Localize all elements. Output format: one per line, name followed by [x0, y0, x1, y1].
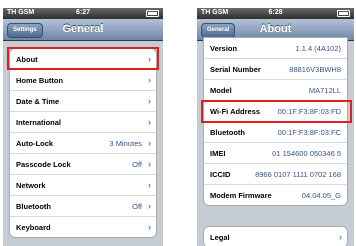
row-date-time[interactable]: Date & Time › — [10, 91, 156, 112]
row-network[interactable]: Network › — [10, 175, 156, 196]
chevron-right-icon: › — [148, 180, 151, 190]
row-iccid: ICCID 8966 0107 1111 0702 168 — [204, 164, 347, 185]
row-modem-firmware: Modem Firmware 04.04.05_G — [210, 191, 341, 200]
row-version: Version 1.1.4 (4A102) — [204, 38, 347, 59]
row-about[interactable]: About › — [10, 49, 156, 70]
chevron-right-icon: › — [148, 75, 151, 85]
nav-bar: Settings General — [3, 19, 163, 41]
chevron-right-icon: › — [148, 54, 151, 64]
chevron-right-icon: › — [148, 201, 151, 211]
bluetooth-value: Off — [132, 202, 142, 211]
battery-icon — [146, 10, 159, 17]
clock: 6:28 — [268, 9, 283, 16]
row-bluetooth[interactable]: Bluetooth Off › — [10, 196, 156, 217]
row-model: Model MA712LL — [204, 80, 347, 101]
row-legal[interactable]: Legal › — [204, 227, 347, 246]
general-screen: TH GSM 6:27 Settings General About › Home… — [3, 8, 163, 246]
clock: 6:27 — [75, 9, 90, 16]
general-list: About › Home Button › Date & Time › Interna… — [9, 48, 157, 238]
row-bluetooth-address: Bluetooth 00:1F:F3:8F:03:FC — [204, 122, 347, 143]
auto-lock-value: 3 Minutes — [109, 139, 142, 148]
about-list: Version 1.1.4 (4A102) Serial Number 88816V… — [203, 37, 348, 206]
battery-icon — [337, 10, 350, 17]
row-keyboard[interactable]: Keyboard › — [10, 217, 156, 237]
chevron-right-icon: › — [339, 232, 342, 242]
about-screen: TH GSM 6:28 General About Version 1.1.4 (… — [197, 8, 354, 246]
row-home-button[interactable]: Home Button › — [10, 70, 156, 91]
chevron-right-icon: › — [148, 222, 151, 232]
page-title: General — [62, 23, 104, 35]
chevron-right-icon: › — [148, 117, 151, 127]
status-bar: TH GSM 6:28 — [197, 8, 354, 19]
row-serial-number: Serial Number 88816V3BWH8 — [204, 59, 347, 80]
row-international[interactable]: International › — [10, 112, 156, 133]
row-passcode-lock[interactable]: Passcode Lock Off › — [10, 154, 156, 175]
row-wifi-address: Wi-Fi Address 00:1F:F3:8F:03:FD — [204, 101, 347, 122]
row-imei: IMEI 01 154600 050346 5 — [204, 143, 347, 164]
legal-list: Legal › — [203, 226, 348, 246]
chevron-right-icon: › — [148, 159, 151, 169]
page-title: About — [259, 23, 292, 35]
status-bar: TH GSM 6:27 — [3, 8, 163, 19]
row-auto-lock[interactable]: Auto-Lock 3 Minutes › — [10, 133, 156, 154]
chevron-right-icon: › — [148, 138, 151, 148]
passcode-lock-value: Off — [132, 160, 142, 169]
chevron-right-icon: › — [148, 96, 151, 106]
